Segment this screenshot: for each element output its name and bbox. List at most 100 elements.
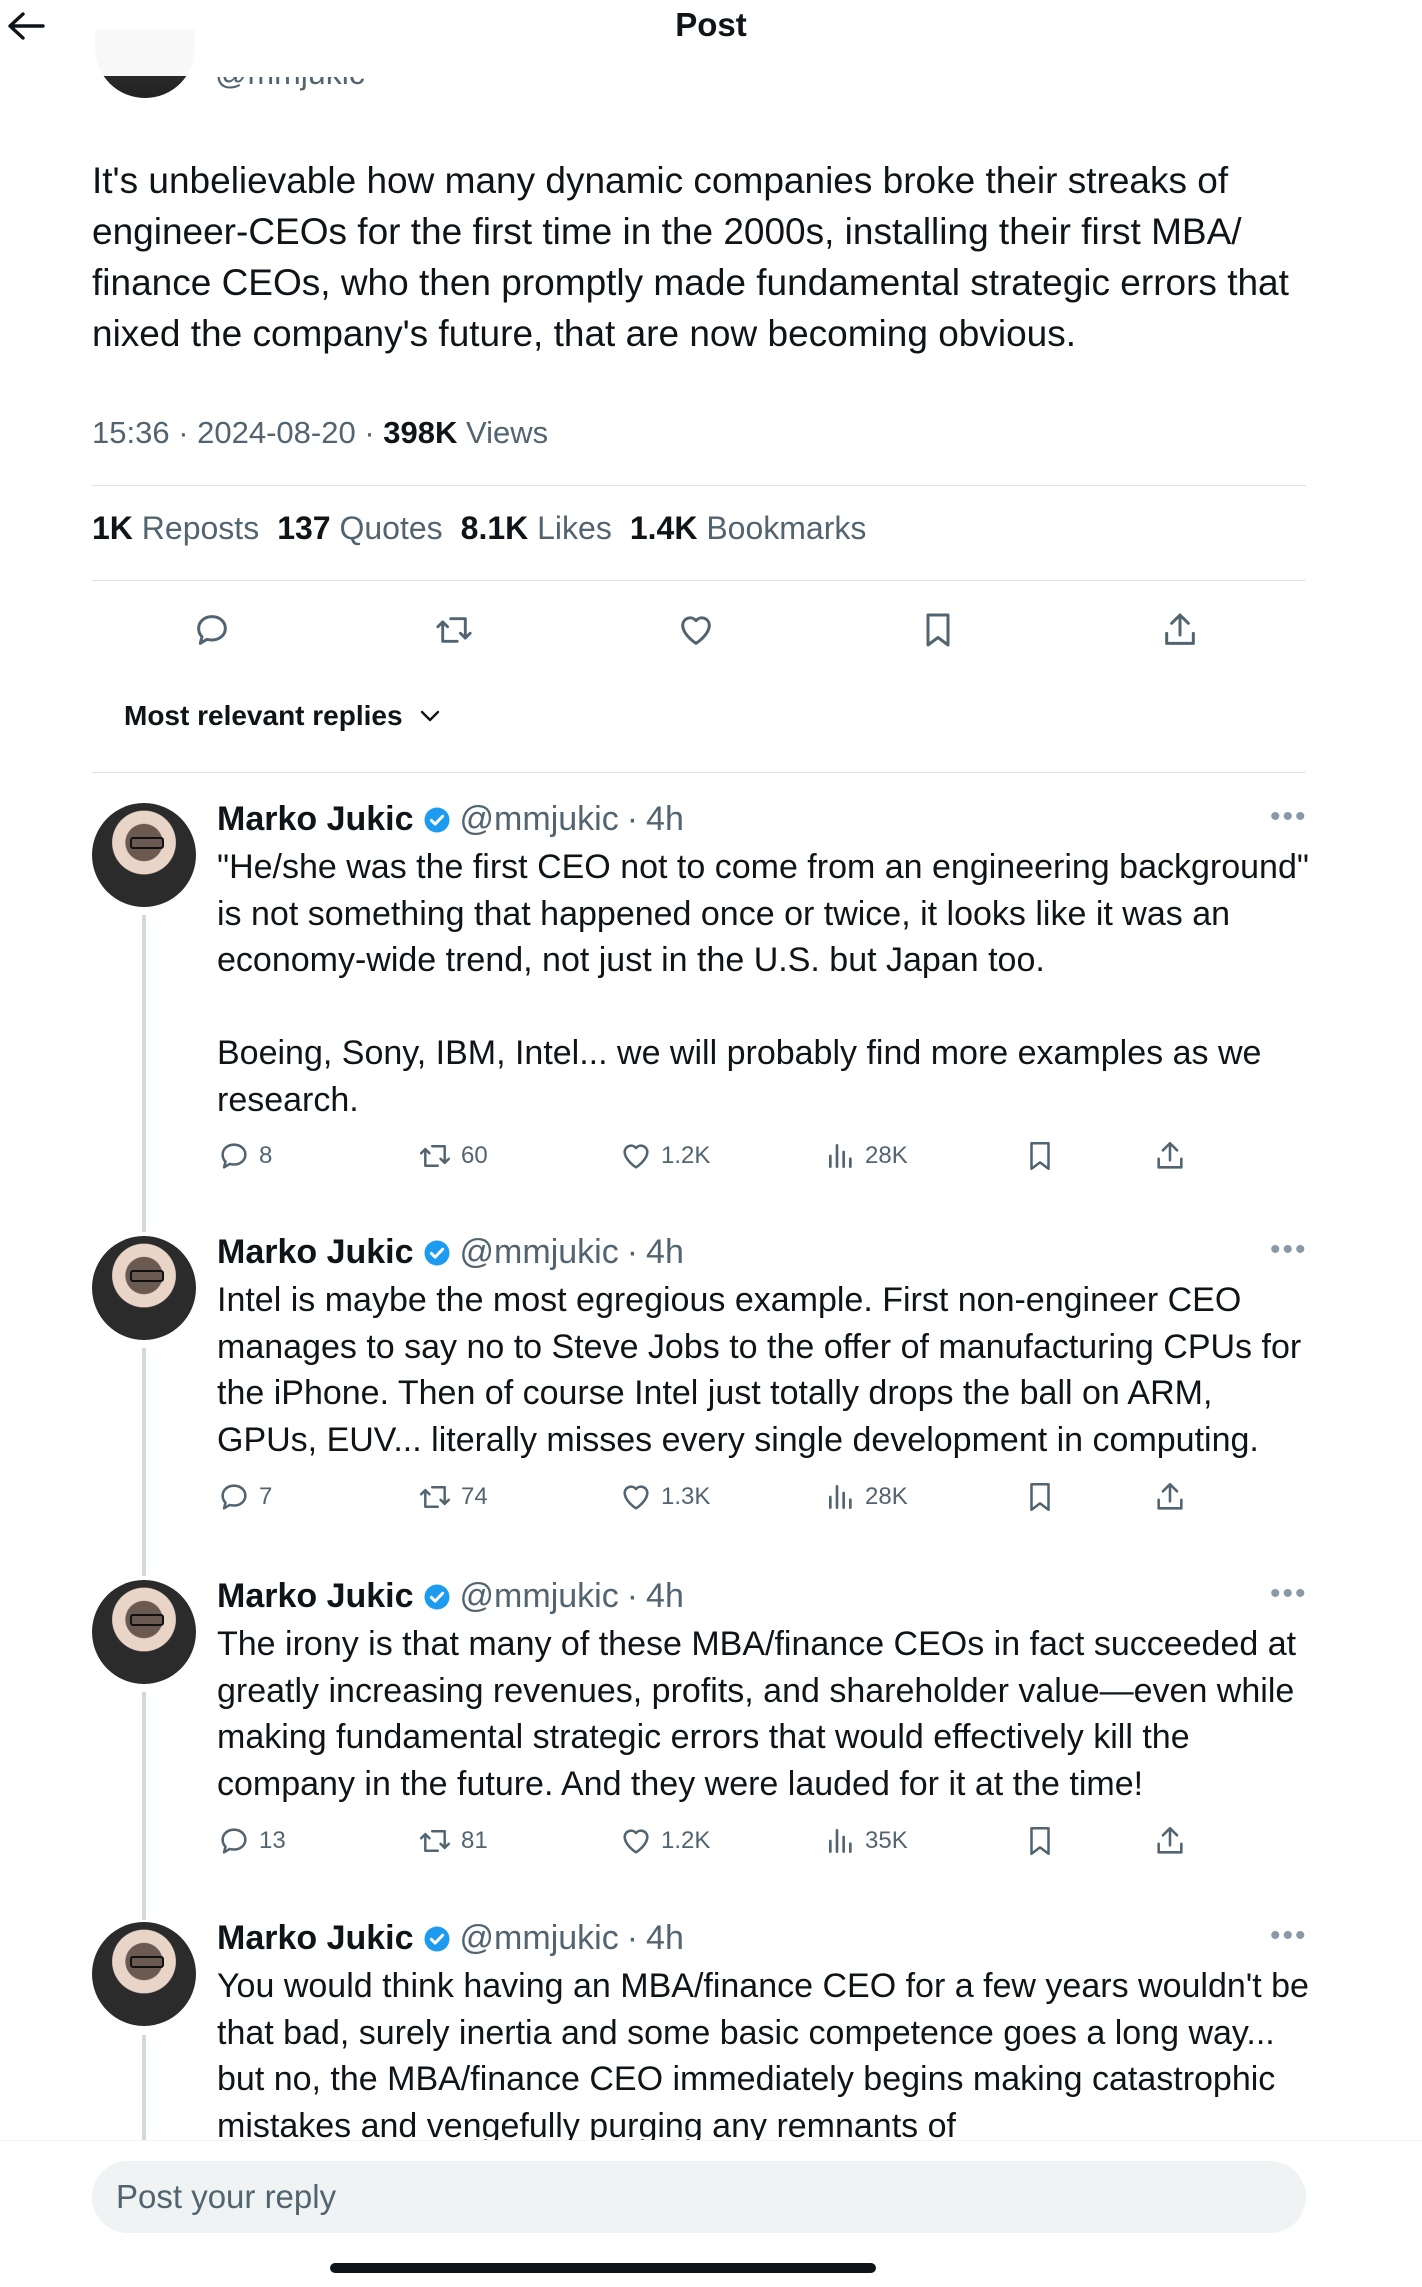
repost-button[interactable]: 74 [417, 1477, 488, 1517]
like-button[interactable]: 1.3K [619, 1477, 710, 1517]
reply-icon [221, 1828, 247, 1854]
post-age[interactable]: 4h [646, 800, 684, 839]
reply-action-bar: 7 74 1.3K 28K [217, 1477, 1217, 1517]
repost-icon [419, 1486, 451, 1508]
repost-button[interactable] [424, 600, 484, 660]
bookmark-button[interactable] [1023, 1477, 1057, 1517]
reply-icon [221, 1143, 247, 1169]
repost-button[interactable]: 81 [417, 1821, 488, 1861]
reply-button[interactable] [182, 600, 242, 660]
post-meta: 15:36 · 2024-08-20 · 398K Views [92, 415, 549, 450]
reply-header: Marko Jukic @mmjukic · 4h [217, 1577, 684, 1616]
repost-count: 74 [461, 1483, 488, 1510]
reply-button[interactable]: 7 [217, 1477, 272, 1517]
separator-dot: · [626, 1233, 639, 1271]
post-action-bar [92, 600, 1306, 660]
avatar[interactable] [92, 1922, 196, 2026]
author-handle[interactable]: @mmjukic [460, 1233, 619, 1272]
avatar[interactable] [92, 1236, 196, 1340]
like-button[interactable] [666, 600, 726, 660]
like-count: 1.2K [661, 1142, 711, 1169]
share-icon [1157, 1826, 1183, 1854]
like-button[interactable]: 1.2K [619, 1821, 710, 1861]
divider [92, 580, 1306, 581]
post-time[interactable]: 15:36 [92, 415, 170, 450]
author-name[interactable]: Marko Jukic [217, 1233, 414, 1272]
reply-text: You would think having an MBA/finance CE… [217, 1967, 1309, 2145]
like-icon [623, 1485, 649, 1510]
like-icon [623, 1829, 649, 1854]
views-button[interactable]: 28K [825, 1477, 908, 1517]
bookmark-icon [1030, 1482, 1050, 1512]
divider [92, 485, 1306, 486]
reply-text: "He/she was the first CEO not to come fr… [217, 848, 1309, 1119]
verified-badge-icon [424, 1240, 450, 1265]
thread-line [142, 1348, 146, 1576]
reply-header: Marko Jukic @mmjukic · 4h [217, 800, 684, 839]
repost-icon [419, 1145, 451, 1167]
reply-input[interactable] [92, 2161, 1306, 2233]
author-handle[interactable]: @mmjukic [460, 1919, 619, 1958]
reposts-stat[interactable]: 1K Reposts [92, 510, 259, 547]
reply-header: Marko Jukic @mmjukic · 4h [217, 1233, 684, 1272]
separator-dot: · [626, 1577, 639, 1615]
views-count: 35K [865, 1827, 908, 1854]
share-icon [1157, 1141, 1183, 1169]
views-icon [829, 1829, 852, 1853]
author-name[interactable]: Marko Jukic [217, 800, 414, 839]
reply-button[interactable]: 13 [217, 1821, 286, 1861]
author-name[interactable]: Marko Jukic [217, 1577, 414, 1616]
quotes-stat[interactable]: 137 Quotes [277, 510, 442, 547]
avatar[interactable] [92, 1580, 196, 1684]
views-icon [829, 1485, 852, 1509]
views-count: 28K [865, 1142, 908, 1169]
separator-dot: · [626, 800, 639, 838]
bookmarks-stat[interactable]: 1.4K Bookmarks [630, 510, 867, 547]
share-button[interactable] [1150, 600, 1210, 660]
more-icon[interactable]: ••• [1270, 1919, 1308, 1953]
repost-button[interactable]: 60 [417, 1136, 488, 1176]
bookmark-button[interactable] [1023, 1821, 1057, 1861]
views-icon [829, 1144, 852, 1168]
share-button[interactable] [1153, 1821, 1187, 1861]
views-button[interactable]: 28K [825, 1136, 908, 1176]
reply-count: 7 [259, 1483, 273, 1510]
author-handle[interactable]: @mmjukic [460, 1577, 619, 1616]
bookmark-button[interactable] [1023, 1136, 1057, 1176]
home-indicator[interactable] [330, 2263, 876, 2273]
reply-header: Marko Jukic @mmjukic · 4h [217, 1919, 684, 1958]
views-button[interactable]: 35K [825, 1821, 908, 1861]
post-age[interactable]: 4h [646, 1233, 684, 1272]
author-handle[interactable]: @mmjukic [460, 800, 619, 839]
like-button[interactable]: 1.2K [619, 1136, 710, 1176]
post-age[interactable]: 4h [646, 1577, 684, 1616]
more-icon[interactable]: ••• [1270, 1577, 1308, 1611]
reply-count: 8 [259, 1142, 273, 1169]
post-date[interactable]: 2024-08-20 [197, 415, 356, 450]
reply-text: The irony is that many of these MBA/fina… [217, 1625, 1297, 1803]
chevron-down-icon [420, 710, 439, 722]
reply-text: Intel is maybe the most egregious exampl… [217, 1281, 1302, 1459]
repost-icon [419, 1830, 451, 1852]
thread-line [142, 2035, 146, 2145]
author-name[interactable]: Marko Jukic [217, 1919, 414, 1958]
reply-button[interactable]: 8 [217, 1136, 272, 1176]
avatar[interactable] [92, 803, 196, 907]
reply-action-bar: 8 60 1.2K 28K [217, 1136, 1217, 1176]
more-icon[interactable]: ••• [1270, 800, 1308, 834]
more-icon[interactable]: ••• [1270, 1233, 1308, 1267]
post-text: It's unbelievable how many dynamic compa… [92, 160, 1289, 354]
thread-line [142, 915, 146, 1232]
share-button[interactable] [1153, 1136, 1187, 1176]
reply-sort-dropdown[interactable]: Most relevant replies [124, 700, 441, 732]
share-button[interactable] [1153, 1477, 1187, 1517]
bookmark-icon [1030, 1141, 1050, 1171]
likes-stat[interactable]: 8.1K Likes [461, 510, 612, 547]
post-age[interactable]: 4h [646, 1919, 684, 1958]
reply-icon [197, 615, 227, 645]
share-icon [1157, 1482, 1183, 1510]
post-views-count: 398K [383, 415, 458, 450]
bookmark-button[interactable] [908, 600, 968, 660]
verified-badge-icon [424, 1926, 450, 1951]
like-icon [681, 616, 711, 645]
